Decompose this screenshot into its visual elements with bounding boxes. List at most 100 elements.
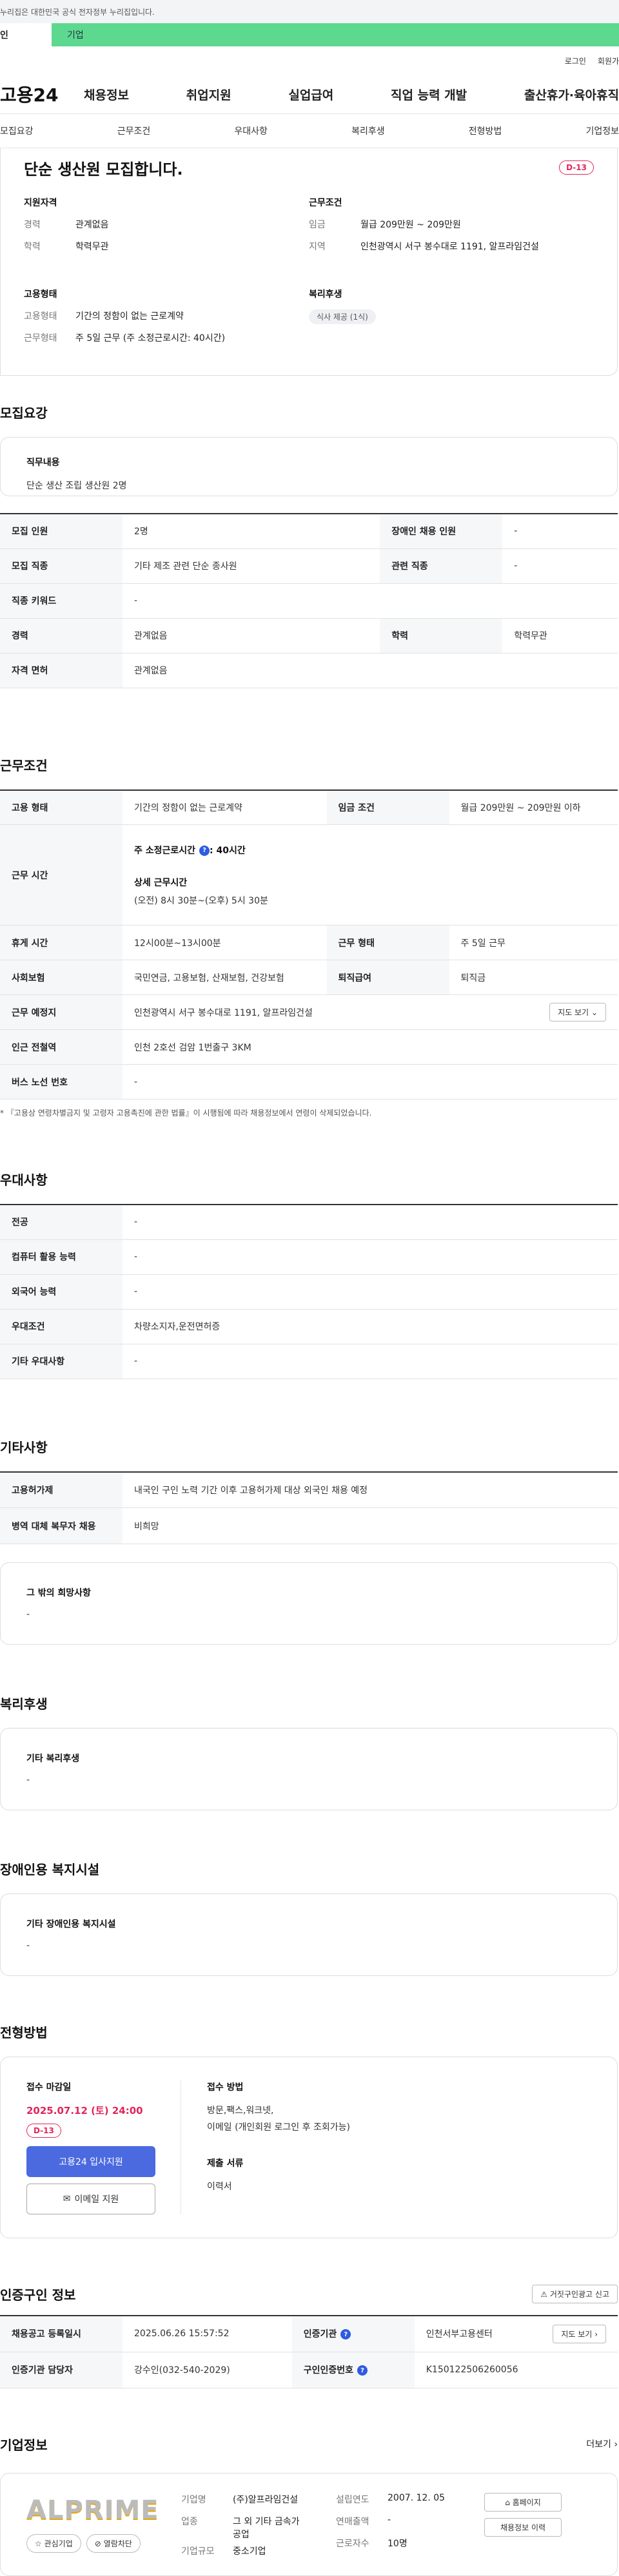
facility-value: - bbox=[26, 1941, 30, 1951]
apply-button[interactable]: 고용24 입사지원 bbox=[26, 2146, 155, 2177]
reg-key: 채용공고 등록일시 bbox=[0, 2316, 123, 2352]
gov-notice-bar: 누리집은 대한민국 공식 전자정부 누리집입니다. bbox=[0, 0, 619, 23]
table-row: 경력 관계없음 학력 학력무관 bbox=[0, 618, 618, 654]
tab-company[interactable]: 기업 bbox=[52, 23, 619, 46]
wage-value: 월급 209만원 ~ 209만원 bbox=[360, 220, 461, 230]
method-value-1: 방문,팩스,워크넷, bbox=[207, 2106, 274, 2116]
report-button[interactable]: ⚠ 거짓구인광고 신고 bbox=[532, 2285, 618, 2303]
report-button-label: 거짓구인광고 신고 bbox=[549, 2290, 609, 2299]
info-icon[interactable]: ? bbox=[357, 2365, 368, 2376]
block-icon: ⊘ bbox=[94, 2539, 101, 2548]
pref-title: 우대사항 bbox=[0, 1172, 48, 1188]
edu-key: 학력 bbox=[380, 618, 503, 654]
org-cell: 인천서부고용센터 지도 보기 › bbox=[414, 2316, 618, 2352]
mail-icon: ✉ bbox=[63, 2194, 71, 2204]
foreign-value: 내국인 구인 노력 기간 이후 고용허가제 대상 외국인 채용 예정 bbox=[123, 1471, 618, 1508]
gnb-item-jobs[interactable]: 채용정보 bbox=[84, 86, 129, 103]
alert-icon: ⚠ bbox=[540, 2290, 548, 2299]
job-value: 기타 제조 관련 단순 종사원 bbox=[123, 548, 380, 584]
signup-link[interactable]: 회원가 bbox=[598, 55, 619, 66]
qualification-heading: 지원자격 bbox=[24, 198, 57, 208]
more-link[interactable]: 더보기 › bbox=[586, 2437, 618, 2450]
career-key: 경력 bbox=[24, 220, 41, 230]
cert-table: 채용공고 등록일시 2025.06.26 15:57:52 인증기관? 인천서부… bbox=[0, 2315, 618, 2388]
founded-value: 2007. 12. 05 bbox=[388, 2492, 446, 2503]
site-logo[interactable]: 고용24 bbox=[0, 81, 77, 107]
org-key: 인증기관? bbox=[291, 2316, 415, 2352]
deadline-value: 2025.07.12 (토) 24:00 bbox=[26, 2105, 143, 2116]
lang-key: 외국어 능력 bbox=[0, 1274, 123, 1310]
hours-main-label: 주 소정근로시간 bbox=[134, 845, 196, 856]
employees-value: 10명 bbox=[388, 2538, 408, 2549]
deadline-heading: 접수 마감일 bbox=[26, 2082, 72, 2093]
gov-notice-text: 누리집은 대한민국 공식 전자정부 누리집입니다. bbox=[0, 7, 155, 17]
size-value: 중소기업 bbox=[233, 2546, 266, 2557]
table-row: 외국어 능력 - bbox=[0, 1274, 618, 1310]
pref-cond-value: 차량소지자,운전면허증 bbox=[123, 1309, 618, 1344]
tab-person[interactable]: 인 bbox=[0, 23, 52, 46]
method-value-2: 이메일 (개인회원 로그인 후 조회가능) bbox=[207, 2122, 350, 2133]
info-icon[interactable]: ? bbox=[199, 845, 210, 856]
gnb-item-unemployment[interactable]: 실업급여 bbox=[288, 86, 333, 103]
login-link[interactable]: 로그인 bbox=[565, 55, 586, 66]
company-box: ALPRIME ☆ 관심기업 ⊘ 열람차단 기업명 (주)알프라임건설 업종 그 외… bbox=[0, 2472, 618, 2576]
cert-title: 인증구인 정보 bbox=[0, 2287, 76, 2303]
lang-value: - bbox=[123, 1274, 618, 1310]
table-row: 모집 직종 기타 제조 관련 단순 종사원 관련 직종 - bbox=[0, 548, 618, 584]
table-row: 고용 형태 기간의 정함이 없는 근로계약 임금 조건 월급 209만원 ~ 2… bbox=[0, 789, 618, 825]
emp-type-key: 고용 형태 bbox=[0, 789, 123, 825]
gnb-item-leave[interactable]: 출산휴가·육아휴직 bbox=[524, 86, 619, 103]
table-row: 채용공고 등록일시 2025.06.26 15:57:52 인증기관? 인천서부… bbox=[0, 2316, 618, 2352]
wage-key: 임금 bbox=[309, 220, 326, 230]
tab-work[interactable]: 근무조건 bbox=[117, 124, 151, 137]
info-icon[interactable]: ? bbox=[340, 2329, 351, 2340]
license-value: 관계없음 bbox=[123, 653, 618, 688]
homepage-button[interactable]: ⌂ 홈페이지 bbox=[484, 2492, 562, 2512]
tab-company[interactable]: 기업정보 bbox=[585, 124, 619, 137]
emp-type-value: 기간의 정함이 없는 근로계약 bbox=[75, 311, 184, 322]
etc-title: 기타사항 bbox=[0, 1439, 48, 1455]
sales-key: 연매출액 bbox=[336, 2516, 369, 2527]
tab-recruit[interactable]: 모집요강 bbox=[0, 124, 34, 137]
block-button[interactable]: ⊘ 열람차단 bbox=[86, 2533, 141, 2553]
pc-value: - bbox=[123, 1239, 618, 1275]
pc-key: 컴퓨터 활용 능력 bbox=[0, 1239, 123, 1275]
map-button[interactable]: 지도 보기 › bbox=[553, 2324, 606, 2343]
table-row: 전공 - bbox=[0, 1205, 618, 1240]
tab-process[interactable]: 전형방법 bbox=[469, 124, 502, 137]
military-value: 비희망 bbox=[123, 1507, 618, 1544]
favorite-button[interactable]: ☆ 관심기업 bbox=[26, 2533, 81, 2553]
gnb-item-training[interactable]: 직업 능력 개발 bbox=[391, 86, 467, 103]
hours-key: 근무 시간 bbox=[0, 824, 123, 925]
cert-no-value: K150122506260056 bbox=[414, 2352, 618, 2388]
section-tabs: 모집요강 근무조건 우대사항 복리후생 전형방법 기업정보 bbox=[0, 113, 619, 148]
table-row: 우대조건 차량소지자,운전면허증 bbox=[0, 1309, 618, 1344]
map-button[interactable]: 지도 보기 ⌄ bbox=[549, 1003, 606, 1022]
star-icon: ☆ bbox=[35, 2539, 42, 2548]
career-key: 경력 bbox=[0, 618, 123, 654]
reg-value: 2025.06.26 15:57:52 bbox=[123, 2316, 292, 2352]
dday-badge: D-13 bbox=[26, 2124, 61, 2138]
pref-etc-key: 기타 우대사항 bbox=[0, 1344, 123, 1379]
related-key: 관련 직종 bbox=[380, 548, 503, 584]
table-row: 휴게 시간 12시00분~13시00분 근무 형태 주 5일 근무 bbox=[0, 925, 618, 960]
docs-heading: 제출 서류 bbox=[207, 2158, 244, 2169]
industry-value-2: 공업 bbox=[233, 2529, 250, 2540]
keyword-key: 직종 키워드 bbox=[0, 583, 123, 619]
age-note: * 『고용상 연령차별금지 및 고령자 고용촉진에 관한 법률』이 시행됨에 따… bbox=[0, 1109, 372, 1118]
homepage-label: 홈페이지 bbox=[512, 2497, 541, 2507]
favorite-label: 관심기업 bbox=[44, 2539, 73, 2548]
gnb-item-employment-support[interactable]: 취업지원 bbox=[186, 86, 231, 103]
method-heading: 접수 방법 bbox=[207, 2082, 244, 2093]
company-logo: ALPRIME bbox=[26, 2495, 159, 2525]
tab-pref[interactable]: 우대사항 bbox=[234, 124, 268, 137]
job-history-button[interactable]: 채용정보 이력 bbox=[484, 2517, 562, 2537]
welfare-block: 복리후생 식사 제공 (1식) bbox=[309, 287, 594, 353]
tab-welfare[interactable]: 복리후생 bbox=[351, 124, 385, 137]
welfare-heading: 기타 복리후생 bbox=[26, 1754, 80, 1764]
industry-value-1: 그 외 기타 금속가 bbox=[233, 2516, 300, 2527]
email-apply-button[interactable]: ✉ 이메일 지원 bbox=[26, 2184, 155, 2214]
size-key: 기업규모 bbox=[181, 2546, 215, 2557]
table-row: 근무 예정지 인천광역시 서구 봉수대로 1191, 알프라임건설 지도 보기 … bbox=[0, 994, 618, 1030]
place-cell: 인천광역시 서구 봉수대로 1191, 알프라임건설 지도 보기 ⌄ bbox=[123, 994, 618, 1030]
